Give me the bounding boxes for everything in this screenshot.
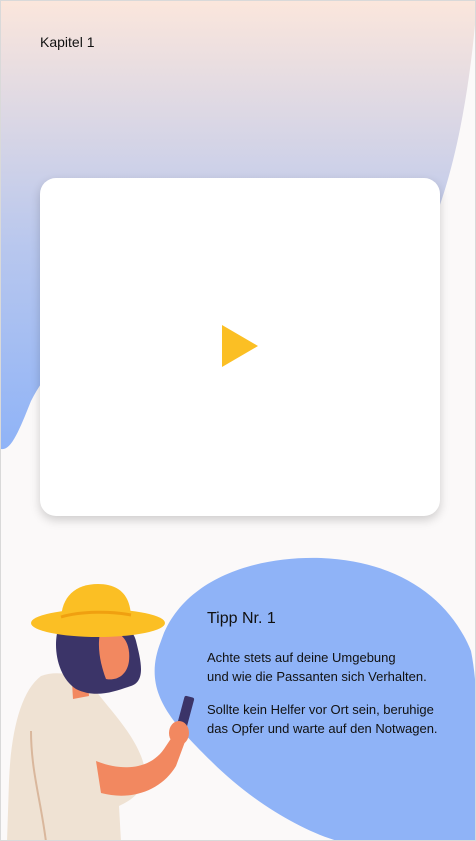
tip-paragraph: Achte stets auf deine Umgebung und wie d… <box>207 648 472 686</box>
tip-text-line: und wie die Passanten sich Verhalten. <box>207 669 427 684</box>
tip-text-line: Achte stets auf deine Umgebung <box>207 650 396 665</box>
tip-text-line: das Opfer und warte auf den Notwagen. <box>207 721 438 736</box>
app-screen: Kapitel 1 Tipp Nr. 1 Achte stets auf dei… <box>0 0 476 841</box>
tip-text-line: Sollte kein Helfer vor Ort sein, beruhig… <box>207 702 434 717</box>
woman-with-phone-illustration <box>7 584 195 840</box>
chapter-label: Kapitel 1 <box>40 34 95 50</box>
play-icon[interactable] <box>220 323 260 369</box>
tip-paragraph: Sollte kein Helfer vor Ort sein, beruhig… <box>207 700 472 738</box>
tip-title: Tipp Nr. 1 <box>207 610 276 627</box>
tip-section: Tipp Nr. 1 Achte stets auf deine Umgebun… <box>207 610 472 752</box>
video-player[interactable] <box>40 178 440 516</box>
